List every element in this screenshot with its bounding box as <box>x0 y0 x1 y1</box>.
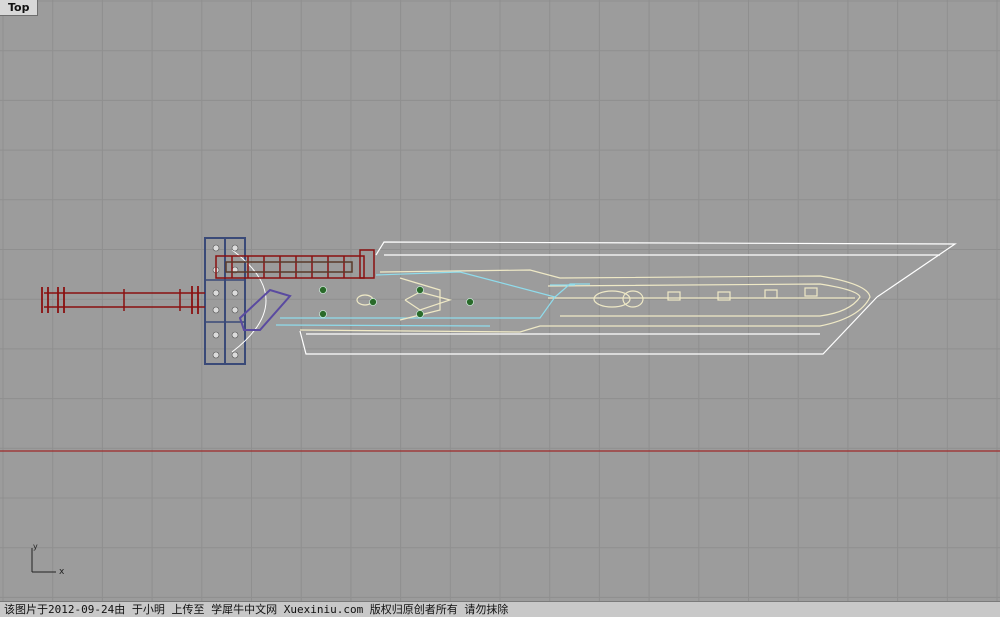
blade-rivets <box>319 286 474 318</box>
axis-y-label: y <box>33 542 38 551</box>
blade-fuller-inner <box>547 283 861 317</box>
hilt[interactable] <box>44 289 205 311</box>
ricasso-block[interactable] <box>215 249 375 279</box>
blade-outline-top <box>375 241 957 298</box>
top-viewport[interactable]: Top y x <box>0 0 1000 601</box>
blade[interactable] <box>275 241 957 355</box>
watermark-caption: 该图片于2012-09-24由 于小明 上传至 学犀牛中文网 Xuexiniu.… <box>0 601 1000 617</box>
viewport-title-tab[interactable]: Top <box>0 0 39 16</box>
pommel[interactable] <box>41 286 199 314</box>
blade-fuller <box>299 269 871 333</box>
axis-x-label: x <box>59 567 65 577</box>
axis-icon: y x <box>31 542 65 577</box>
sword-wireframe[interactable] <box>0 0 1000 601</box>
